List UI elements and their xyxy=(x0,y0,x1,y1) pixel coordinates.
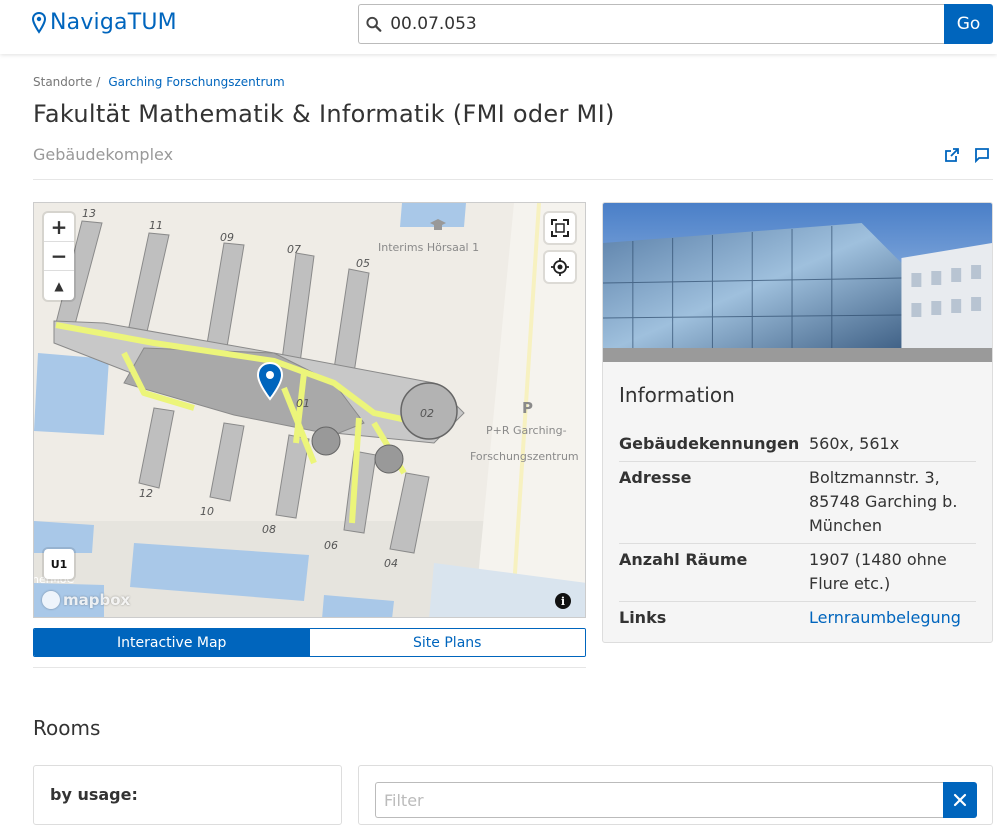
parking-label-line1: P+R Garching- xyxy=(486,424,567,437)
lecture-hall-label: Interims Hörsaal 1 xyxy=(378,241,479,254)
water-area xyxy=(34,353,109,435)
page-title: Fakultät Mathematik & Informatik (FMI od… xyxy=(33,100,615,128)
building-info-card: Information Gebäudekennungen 560x, 561x … xyxy=(602,202,993,643)
mapbox-icon xyxy=(42,591,60,609)
external-link-icon[interactable] xyxy=(944,147,960,163)
zoom-controls: + − ▲ xyxy=(44,213,74,300)
logo-text: NavigaTUM xyxy=(50,10,177,35)
svg-text:01: 01 xyxy=(296,397,310,410)
info-table: Gebäudekennungen 560x, 561x Adresse Bolt… xyxy=(619,428,976,635)
svg-text:10: 10 xyxy=(200,505,214,518)
info-value: 1907 (1480 ohne Flure etc.) xyxy=(809,543,976,602)
interactive-map[interactable]: 13 11 09 07 05 12 10 08 06 04 01 02 Inte… xyxy=(33,202,586,618)
title-divider xyxy=(33,179,993,180)
filter-card xyxy=(358,765,993,825)
top-header: NavigaTUM Go xyxy=(0,0,997,54)
svg-text:04: 04 xyxy=(384,557,398,570)
breadcrumb-root[interactable]: Standorte xyxy=(33,75,92,89)
table-row: Gebäudekennungen 560x, 561x xyxy=(619,428,976,462)
usage-card: by usage: xyxy=(33,765,342,825)
breadcrumb-separator: / xyxy=(96,75,101,89)
table-row: Anzahl Räume 1907 (1480 ohne Flure etc.) xyxy=(619,543,976,602)
building-photo[interactable] xyxy=(603,203,992,362)
info-value: Lernraumbelegung xyxy=(809,602,976,636)
map-view-tabs: Interactive Map Site Plans xyxy=(33,628,586,657)
section-divider xyxy=(33,667,586,668)
parking-label-line2: Forschungszentrum xyxy=(470,450,579,463)
mapbox-logo[interactable]: mapbox xyxy=(42,591,130,609)
floor-selector-button[interactable]: U1 xyxy=(44,549,74,579)
lernraum-link[interactable]: Lernraumbelegung xyxy=(809,608,961,627)
svg-text:11: 11 xyxy=(149,219,163,232)
svg-text:08: 08 xyxy=(262,523,276,536)
map-canvas[interactable]: 13 11 09 07 05 12 10 08 06 04 01 02 Inte… xyxy=(34,203,586,618)
info-title: Information xyxy=(619,383,735,407)
info-key: Links xyxy=(619,608,667,627)
close-icon xyxy=(953,793,967,807)
usage-label: by usage: xyxy=(50,785,138,804)
rooms-title: Rooms xyxy=(33,716,101,740)
feedback-icon[interactable] xyxy=(974,147,990,163)
svg-text:12: 12 xyxy=(139,487,153,500)
fullscreen-icon xyxy=(551,219,569,237)
clear-filter-button[interactable] xyxy=(943,782,977,818)
svg-text:13: 13 xyxy=(82,207,96,220)
fullscreen-button[interactable] xyxy=(545,213,575,243)
svg-text:07: 07 xyxy=(287,243,301,256)
info-value: 560x, 561x xyxy=(809,428,976,462)
map-pin-icon xyxy=(32,11,46,34)
info-key: Adresse xyxy=(619,461,809,544)
geolocate-button[interactable] xyxy=(545,252,575,282)
svg-text:02: 02 xyxy=(420,407,434,420)
info-key: Gebäudekennungen xyxy=(619,428,809,462)
search-bar: Go xyxy=(358,4,993,44)
svg-text:06: 06 xyxy=(324,539,338,552)
tab-interactive-map[interactable]: Interactive Map xyxy=(34,629,310,656)
search-icon xyxy=(366,16,382,32)
zoom-out-button[interactable]: − xyxy=(44,242,74,271)
info-value: Boltzmannstr. 3, 85748 Garching b. Münch… xyxy=(809,461,976,544)
attribution-info-button[interactable]: i xyxy=(555,593,571,609)
svg-text:05: 05 xyxy=(356,257,370,270)
filter-input[interactable] xyxy=(375,782,943,818)
breadcrumb-current[interactable]: Garching Forschungszentrum xyxy=(108,75,284,89)
tab-site-plans[interactable]: Site Plans xyxy=(309,629,585,656)
parking-symbol: P xyxy=(522,399,533,417)
mapbox-wordmark: mapbox xyxy=(63,591,131,609)
page-subtitle: Gebäudekomplex xyxy=(33,145,174,164)
svg-text:09: 09 xyxy=(220,231,234,244)
info-key: Anzahl Räume xyxy=(619,543,809,602)
search-input[interactable] xyxy=(390,14,944,34)
table-row: Adresse Boltzmannstr. 3, 85748 Garching … xyxy=(619,461,976,544)
table-row: Links Lernraumbelegung xyxy=(619,602,976,636)
floor-label: U1 xyxy=(50,557,68,571)
title-actions xyxy=(944,147,990,163)
compass-button[interactable]: ▲ xyxy=(44,271,74,300)
zoom-in-button[interactable]: + xyxy=(44,213,74,242)
info-icon: i xyxy=(560,594,566,608)
navigatum-logo[interactable]: NavigaTUM xyxy=(32,10,177,35)
search-box[interactable] xyxy=(358,4,944,44)
geolocate-icon xyxy=(551,258,569,276)
breadcrumb: Standorte / Garching Forschungszentrum xyxy=(33,75,285,89)
go-button[interactable]: Go xyxy=(944,4,993,44)
